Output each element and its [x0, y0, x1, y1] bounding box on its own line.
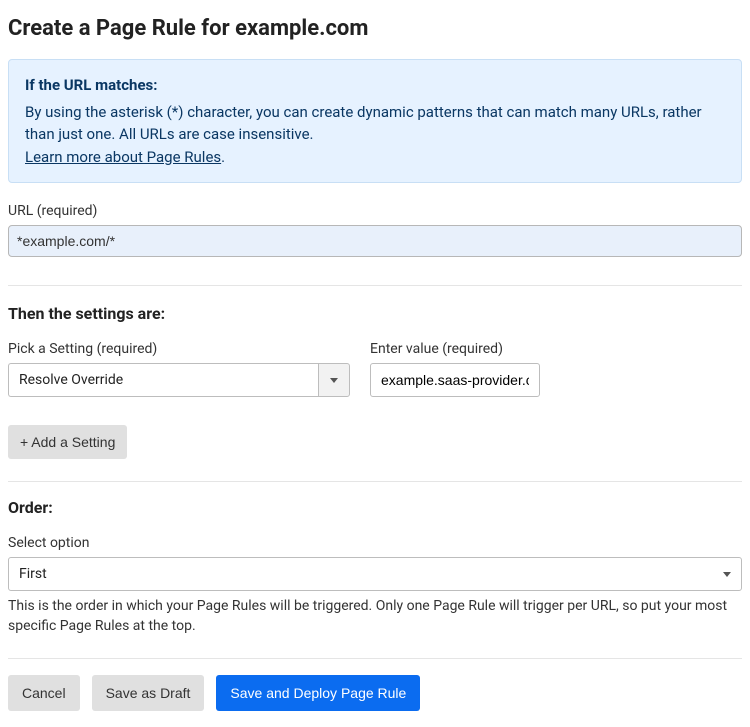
page-title: Create a Page Rule for example.com	[8, 16, 742, 41]
value-label: Enter value (required)	[370, 341, 540, 357]
order-select-value: First	[19, 566, 47, 582]
divider	[8, 481, 742, 482]
url-input[interactable]	[8, 225, 742, 257]
order-select[interactable]: First	[8, 557, 742, 591]
setting-select-caret[interactable]	[318, 363, 350, 397]
order-label: Select option	[8, 535, 742, 551]
learn-more-link[interactable]: Learn more about Page Rules	[25, 148, 221, 166]
info-body: By using the asterisk (*) character, you…	[25, 101, 725, 146]
settings-heading: Then the settings are:	[8, 304, 742, 323]
chevron-down-icon	[723, 572, 731, 577]
save-draft-button[interactable]: Save as Draft	[92, 675, 205, 711]
order-heading: Order:	[8, 498, 742, 517]
info-period: .	[221, 148, 225, 166]
divider	[8, 285, 742, 286]
order-helper-text: This is the order in which your Page Rul…	[8, 597, 742, 636]
save-deploy-button[interactable]: Save and Deploy Page Rule	[216, 675, 420, 711]
divider	[8, 658, 742, 659]
info-box: If the URL matches: By using the asteris…	[8, 59, 742, 183]
footer-buttons: Cancel Save as Draft Save and Deploy Pag…	[8, 675, 742, 711]
setting-select[interactable]: Resolve Override	[8, 363, 350, 397]
pick-setting-label: Pick a Setting (required)	[8, 341, 350, 357]
info-title: If the URL matches:	[25, 74, 725, 97]
cancel-button[interactable]: Cancel	[8, 675, 80, 711]
setting-select-value[interactable]: Resolve Override	[8, 363, 318, 397]
url-label: URL (required)	[8, 203, 742, 219]
value-input[interactable]	[370, 363, 540, 397]
add-setting-button[interactable]: + Add a Setting	[8, 425, 127, 459]
chevron-down-icon	[330, 378, 338, 383]
